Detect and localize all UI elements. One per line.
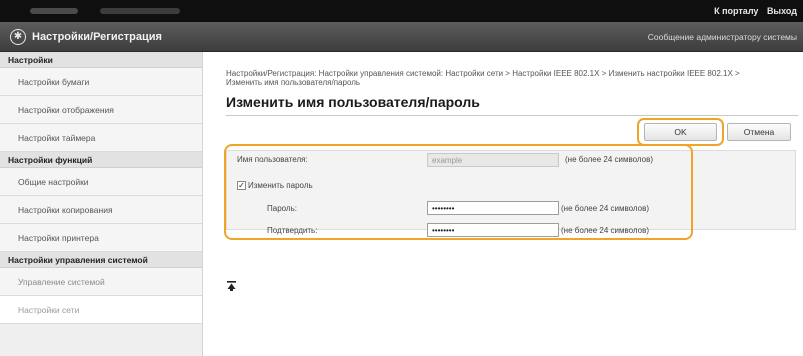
password-field[interactable] <box>427 201 559 215</box>
sidebar-item-common[interactable]: Общие настройки <box>0 168 202 196</box>
app-title: Настройки/Регистрация <box>32 31 162 43</box>
username-field[interactable] <box>427 153 559 167</box>
username-label: Имя пользователя: <box>237 155 308 164</box>
confirm-hint: (не более 24 символов) <box>561 226 650 235</box>
password-hint: (не более 24 символов) <box>561 204 650 213</box>
sidebar-item-printer[interactable]: Настройки принтера <box>0 224 202 252</box>
sidebar-item-timer[interactable]: Настройки таймера <box>0 124 202 152</box>
portal-link[interactable]: К порталу <box>714 6 758 16</box>
sidebar-item-system-management[interactable]: Управление системой <box>0 268 202 296</box>
breadcrumb: Настройки/Регистрация: Настройки управле… <box>226 69 740 87</box>
change-password-label: Изменить пароль <box>248 181 313 190</box>
logout-link[interactable]: Выход <box>767 6 797 16</box>
top-links: К порталу Выход <box>708 6 797 16</box>
blurred-text <box>30 8 78 14</box>
sidebar-item-display[interactable]: Настройки отображения <box>0 96 202 124</box>
ok-button[interactable]: OK <box>644 123 717 141</box>
confirm-label: Подтвердить: <box>267 226 318 235</box>
title-bar: ✱ Настройки/Регистрация Сообщение админи… <box>0 22 803 52</box>
top-bar: К порталу Выход <box>0 0 803 22</box>
change-password-checkbox[interactable]: ✓ <box>237 181 246 190</box>
blurred-text <box>100 8 180 14</box>
admin-message-link[interactable]: Сообщение администратору системы <box>648 32 797 42</box>
password-label: Пароль: <box>267 204 297 213</box>
confirm-password-field[interactable] <box>427 223 559 237</box>
sidebar-item-copy[interactable]: Настройки копирования <box>0 196 202 224</box>
sidebar-header-system: Настройки управления системой <box>0 252 202 268</box>
scroll-to-top-icon[interactable] <box>227 281 236 291</box>
main-content: Настройки/Регистрация: Настройки управле… <box>204 52 803 356</box>
sidebar-header-settings: Настройки <box>0 52 202 68</box>
title-divider <box>226 115 798 116</box>
page-title: Изменить имя пользователя/пароль <box>226 94 480 110</box>
cancel-button[interactable]: Отмена <box>727 123 791 141</box>
sidebar-item-paper[interactable]: Настройки бумаги <box>0 68 202 96</box>
sidebar: Настройки Настройки бумаги Настройки ото… <box>0 52 203 356</box>
settings-logo-icon: ✱ <box>10 29 26 45</box>
sidebar-header-functions: Настройки функций <box>0 152 202 168</box>
username-hint: (не более 24 символов) <box>565 155 654 164</box>
sidebar-item-network[interactable]: Настройки сети <box>0 296 202 324</box>
